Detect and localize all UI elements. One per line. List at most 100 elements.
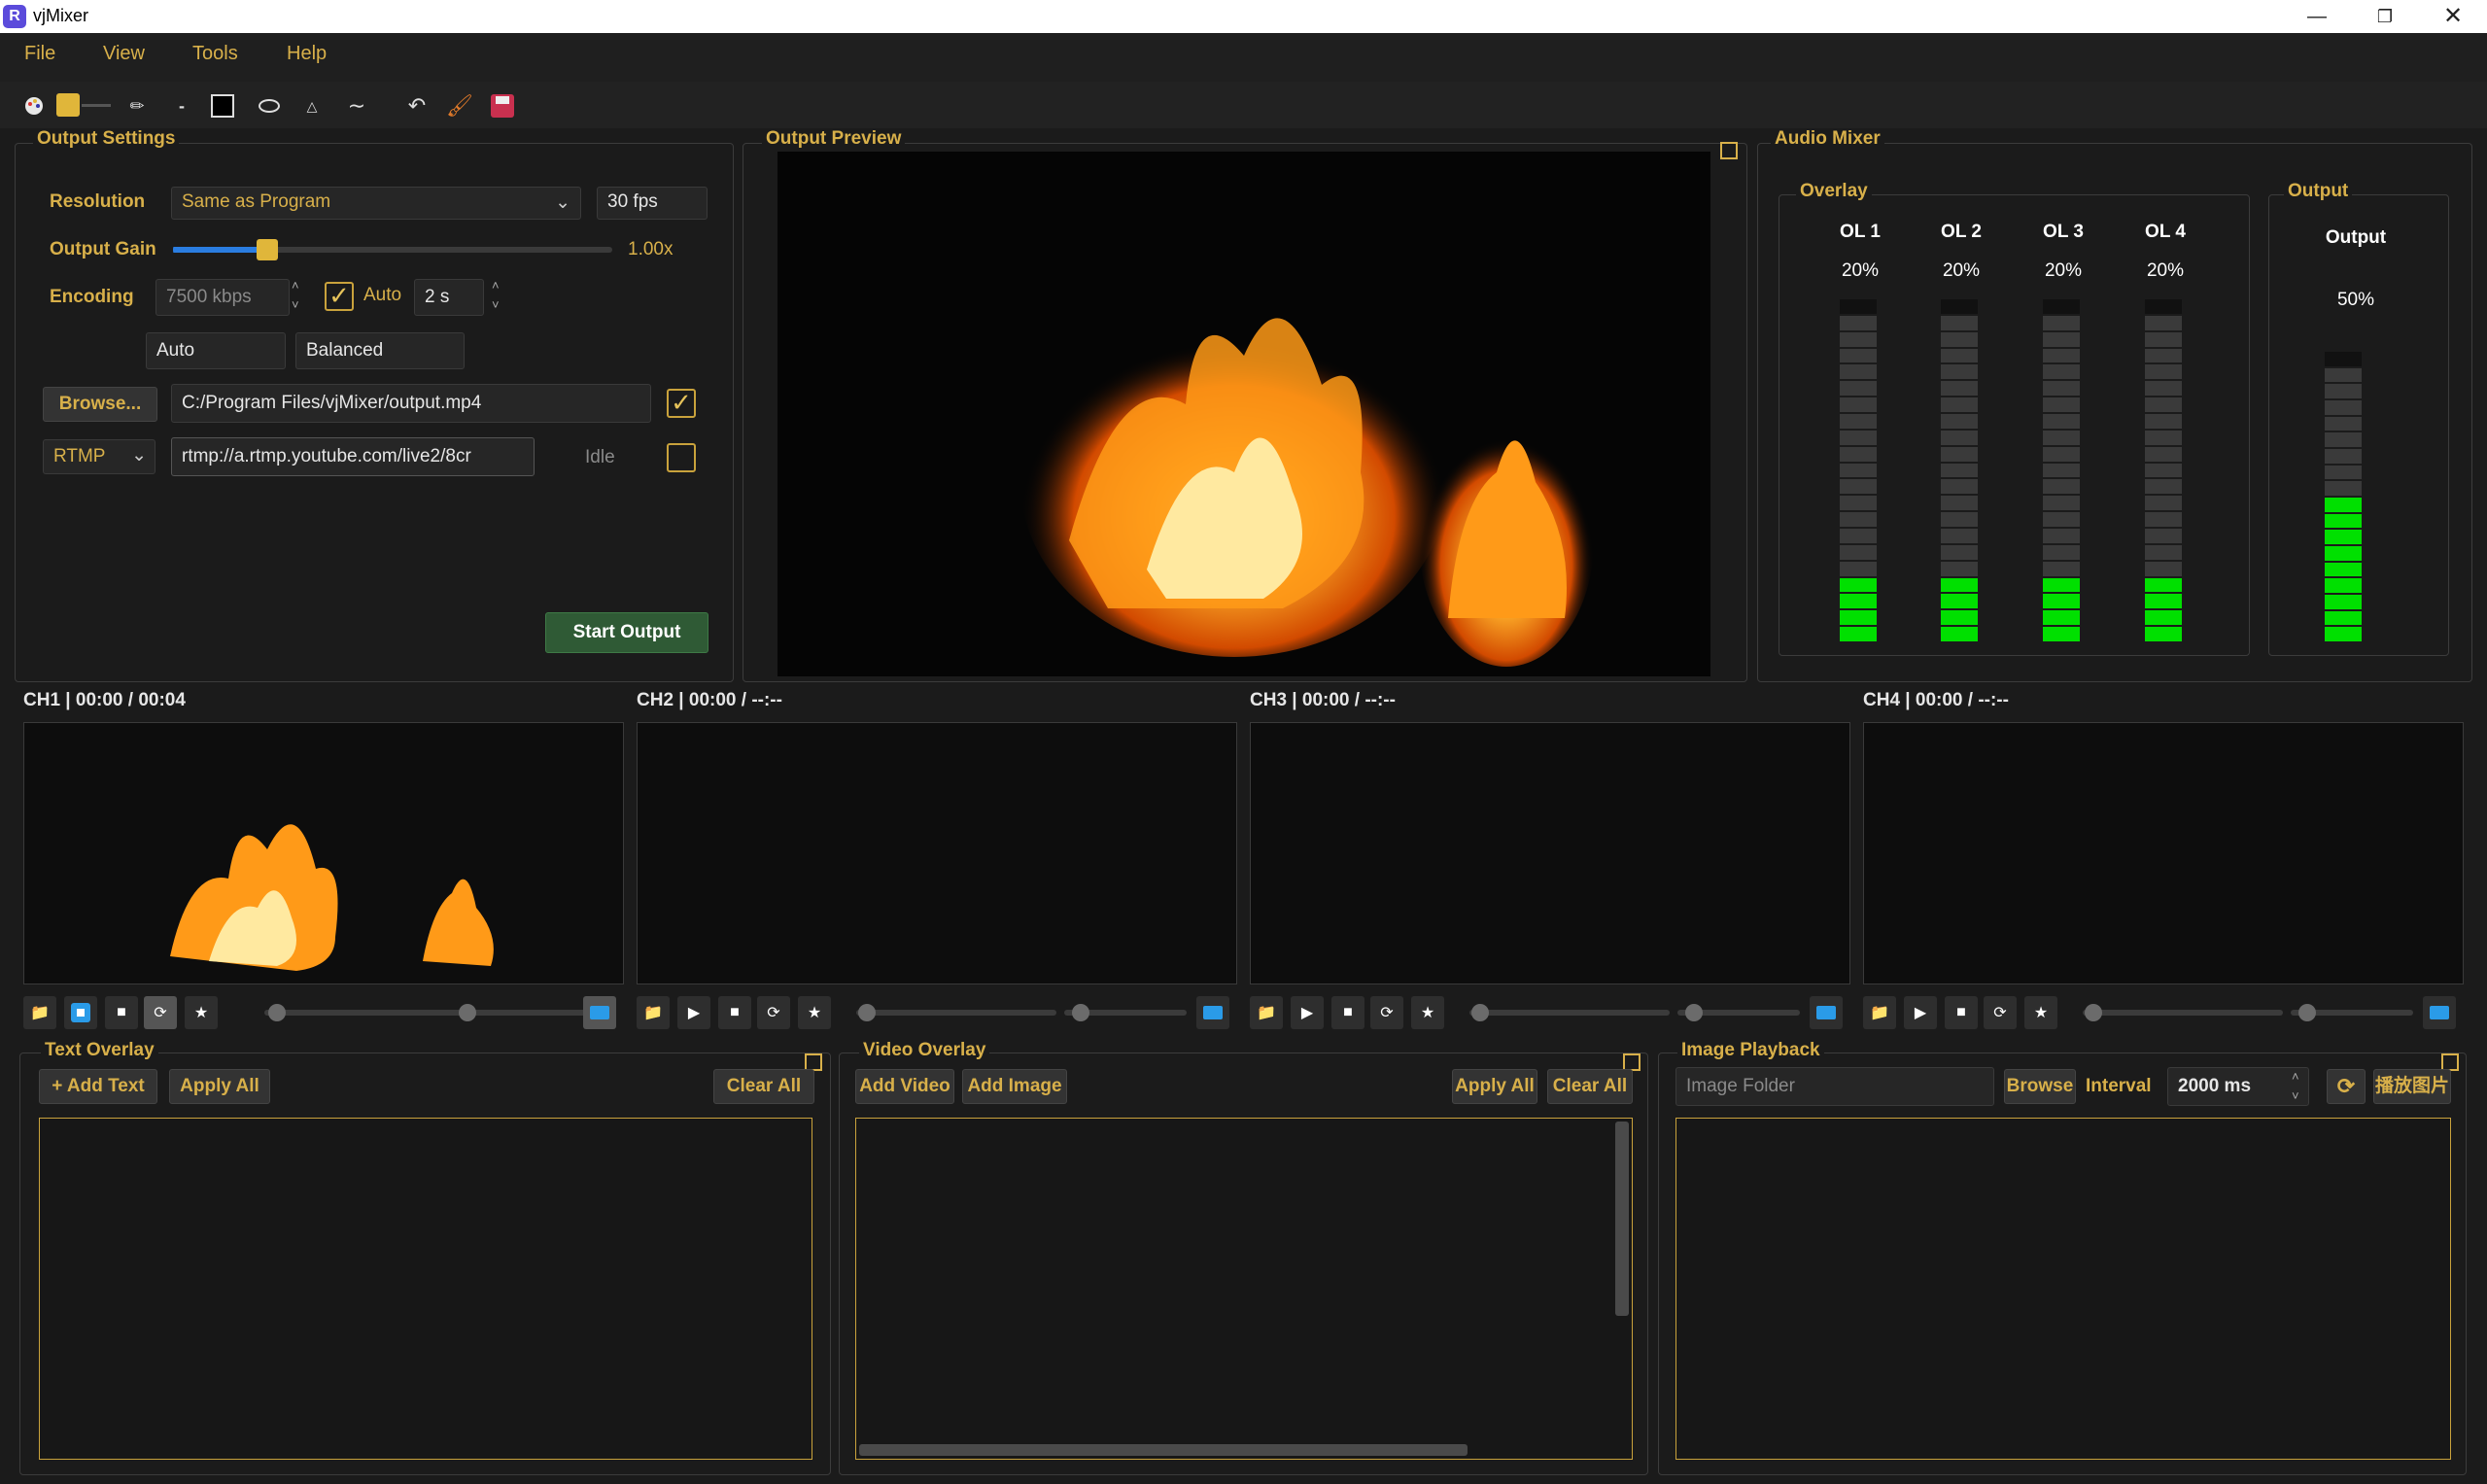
clear-all-text-button[interactable]: Clear All bbox=[713, 1069, 814, 1104]
image-playback-list[interactable] bbox=[1675, 1118, 2451, 1460]
vertical-scrollbar[interactable] bbox=[1615, 1122, 1629, 1316]
minimize-button[interactable]: — bbox=[2283, 0, 2351, 33]
volume-slider[interactable] bbox=[472, 1010, 595, 1016]
menu-view[interactable]: View bbox=[103, 43, 145, 65]
seek-slider[interactable] bbox=[856, 1010, 1056, 1016]
interval-input[interactable]: 2000 ms bbox=[2167, 1067, 2309, 1106]
loop-icon[interactable]: ⟳ bbox=[757, 996, 790, 1029]
start-output-button[interactable]: Start Output bbox=[545, 612, 708, 653]
channel-2-video[interactable] bbox=[637, 722, 1237, 984]
monitor-icon[interactable] bbox=[1810, 996, 1843, 1029]
favorite-icon[interactable]: ★ bbox=[2024, 996, 2057, 1029]
gain-slider-handle[interactable] bbox=[257, 239, 278, 260]
keyframe-spinner[interactable]: ˄ ˅ bbox=[492, 276, 500, 315]
protocol-select[interactable]: RTMP ⌄ bbox=[43, 439, 155, 474]
bitrate-input[interactable]: 7500 kbps bbox=[155, 279, 290, 316]
meter-segment bbox=[2325, 610, 2362, 626]
float-panel-icon[interactable] bbox=[1720, 142, 1738, 159]
loop-icon[interactable]: ⟳ bbox=[144, 996, 177, 1029]
play-icon[interactable]: ▶ bbox=[677, 996, 710, 1029]
open-file-icon[interactable]: 📁 bbox=[1863, 996, 1896, 1029]
loop-icon[interactable]: ⟳ bbox=[1984, 996, 2017, 1029]
open-file-icon[interactable]: 📁 bbox=[637, 996, 670, 1029]
palette-icon[interactable] bbox=[21, 93, 47, 119]
meter-segment bbox=[1941, 397, 1978, 412]
fps-input[interactable]: 30 fps bbox=[597, 187, 708, 220]
record-enable-checkbox[interactable]: ✓ bbox=[667, 389, 696, 418]
pen-icon[interactable]: ✏ bbox=[124, 93, 150, 119]
output-path-input[interactable]: C:/Program Files/vjMixer/output.mp4 bbox=[171, 384, 651, 423]
video-overlay-list[interactable] bbox=[855, 1118, 1633, 1460]
monitor-icon[interactable] bbox=[2423, 996, 2456, 1029]
menu-tools[interactable]: Tools bbox=[192, 43, 238, 65]
color-swatch-icon[interactable] bbox=[56, 93, 80, 117]
brush-icon[interactable]: 🖌 bbox=[446, 93, 473, 119]
seek-slider-handle[interactable] bbox=[1471, 1004, 1489, 1021]
browse-button[interactable]: Browse... bbox=[43, 387, 157, 422]
apply-all-video-button[interactable]: Apply All bbox=[1452, 1069, 1537, 1104]
restore-button[interactable]: ❐ bbox=[2351, 0, 2419, 33]
triangle-icon[interactable]: △ bbox=[299, 93, 325, 119]
seek-slider-handle[interactable] bbox=[268, 1004, 286, 1021]
open-file-icon[interactable]: 📁 bbox=[1250, 996, 1283, 1029]
loop-icon[interactable]: ⟳ bbox=[1370, 996, 1403, 1029]
channel-4-video[interactable] bbox=[1863, 722, 2464, 984]
meter-segment bbox=[1840, 463, 1877, 478]
ellipse-icon[interactable] bbox=[257, 93, 282, 119]
save-icon[interactable] bbox=[490, 93, 515, 119]
stream-enable-checkbox[interactable] bbox=[667, 443, 696, 472]
close-button[interactable]: ✕ bbox=[2419, 0, 2487, 33]
channel-1-video[interactable] bbox=[23, 722, 624, 984]
volume-slider-handle[interactable] bbox=[459, 1004, 476, 1021]
monitor-icon[interactable] bbox=[583, 996, 616, 1029]
fill-square-icon[interactable] bbox=[210, 93, 235, 119]
play-images-button[interactable]: 播放图片 bbox=[2373, 1069, 2451, 1104]
resolution-select[interactable]: Same as Program ⌄ bbox=[171, 187, 581, 220]
play-icon[interactable]: ▶ bbox=[1904, 996, 1937, 1029]
stop-icon[interactable]: ■ bbox=[105, 996, 138, 1029]
add-text-button[interactable]: + Add Text bbox=[39, 1069, 157, 1104]
seek-slider[interactable] bbox=[1469, 1010, 1670, 1016]
refresh-icon[interactable]: ⟳ bbox=[2327, 1069, 2366, 1104]
wave-icon[interactable]: ∼ bbox=[344, 93, 369, 119]
play-icon[interactable]: ▶ bbox=[1291, 996, 1324, 1029]
add-video-button[interactable]: Add Video bbox=[855, 1069, 954, 1104]
meter-label-ol3: OL 3 bbox=[2043, 222, 2084, 242]
menu-help[interactable]: Help bbox=[287, 43, 327, 65]
image-browse-button[interactable]: Browse bbox=[2004, 1069, 2076, 1104]
horizontal-scrollbar[interactable] bbox=[859, 1444, 1468, 1456]
keyframe-input[interactable]: 2 s bbox=[414, 279, 484, 316]
volume-slider-handle[interactable] bbox=[1072, 1004, 1089, 1021]
stop-icon[interactable]: ■ bbox=[1331, 996, 1364, 1029]
favorite-icon[interactable]: ★ bbox=[185, 996, 218, 1029]
stop-active-icon[interactable] bbox=[64, 996, 97, 1029]
channel-3-video[interactable] bbox=[1250, 722, 1850, 984]
bitrate-spinner[interactable]: ˄ ˅ bbox=[292, 276, 299, 315]
seek-slider-handle[interactable] bbox=[858, 1004, 876, 1021]
encoder-select[interactable]: Auto bbox=[146, 332, 286, 369]
seek-slider-handle[interactable] bbox=[2085, 1004, 2102, 1021]
monitor-icon[interactable] bbox=[1196, 996, 1229, 1029]
favorite-icon[interactable]: ★ bbox=[1411, 996, 1444, 1029]
image-folder-input[interactable]: Image Folder bbox=[1675, 1067, 1994, 1106]
volume-slider-handle[interactable] bbox=[2298, 1004, 2316, 1021]
menu-file[interactable]: File bbox=[24, 43, 55, 65]
auto-checkbox[interactable]: ✓ bbox=[325, 282, 354, 311]
stop-icon[interactable]: ■ bbox=[718, 996, 751, 1029]
apply-all-text-button[interactable]: Apply All bbox=[169, 1069, 270, 1104]
undo-icon[interactable]: ↶ bbox=[404, 93, 430, 119]
preset-select[interactable]: Balanced bbox=[295, 332, 465, 369]
seek-slider[interactable] bbox=[264, 1010, 465, 1016]
gain-slider-track[interactable] bbox=[173, 247, 612, 253]
add-image-button[interactable]: Add Image bbox=[962, 1069, 1067, 1104]
seek-slider[interactable] bbox=[2083, 1010, 2283, 1016]
interval-spinner[interactable]: ˄ ˅ bbox=[2292, 1067, 2299, 1106]
stop-icon[interactable]: ■ bbox=[1945, 996, 1978, 1029]
clear-all-video-button[interactable]: Clear All bbox=[1547, 1069, 1633, 1104]
text-overlay-list[interactable] bbox=[39, 1118, 812, 1460]
volume-slider-handle[interactable] bbox=[1685, 1004, 1703, 1021]
line-icon[interactable]: - bbox=[169, 93, 194, 119]
stream-url-input[interactable]: rtmp://a.rtmp.youtube.com/live2/8cr bbox=[171, 437, 535, 476]
favorite-icon[interactable]: ★ bbox=[798, 996, 831, 1029]
open-file-icon[interactable]: 📁 bbox=[23, 996, 56, 1029]
